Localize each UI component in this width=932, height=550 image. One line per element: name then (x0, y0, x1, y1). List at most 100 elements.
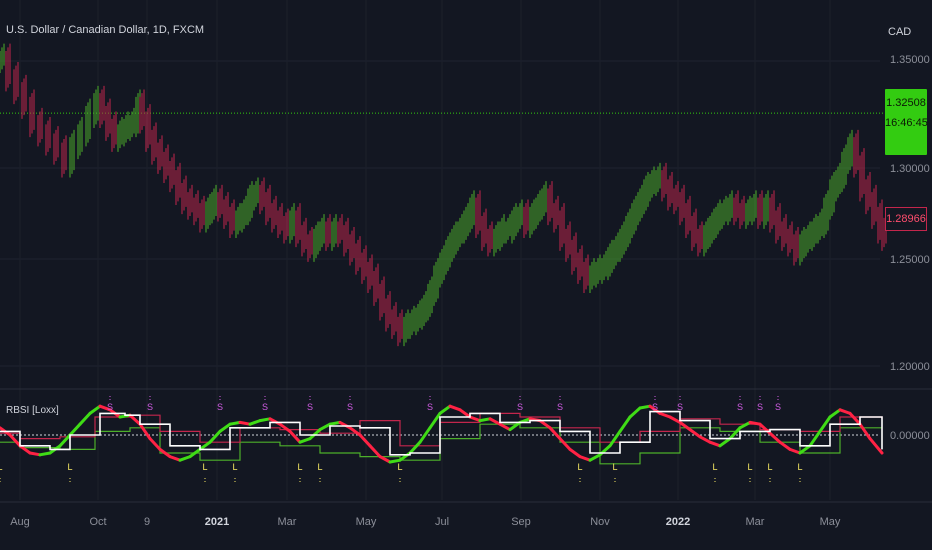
short-signal: S (427, 402, 433, 412)
price-tick: 1.30000 (890, 163, 930, 175)
short-signal: S (262, 402, 268, 412)
time-tick: 2021 (204, 516, 230, 528)
oscillator-segment (78, 411, 92, 426)
time-tick: Oct (89, 516, 107, 528)
short-signal: S (107, 402, 113, 412)
oscillator-segment (728, 426, 742, 441)
oscillator-segment (618, 415, 632, 433)
oscillator-segment (238, 420, 252, 426)
lower-band-line (0, 423, 882, 465)
time-tick: Mar (745, 516, 765, 528)
oscillator-segment (738, 420, 752, 430)
oscillator-segment (638, 404, 652, 410)
oscillator-segment (588, 453, 602, 462)
oscillator-segment (68, 422, 82, 437)
short-signal: S (652, 402, 658, 412)
oscillator-segment (128, 413, 142, 426)
indicator-tick: 0.00000 (890, 430, 930, 442)
price-tick: 1.25000 (890, 254, 930, 266)
oscillator-segment (308, 428, 322, 441)
oscillator-segment (868, 437, 884, 455)
short-signal: S (307, 402, 313, 412)
oscillator-segment (478, 417, 492, 423)
short-signal: S (217, 402, 223, 412)
short-signal: S (147, 402, 153, 412)
oscillator-segment (138, 422, 152, 441)
long-signal: L (797, 462, 802, 472)
oscillator-segment (578, 455, 592, 462)
oscillator-segment (198, 440, 212, 451)
time-tick: 9 (143, 516, 151, 528)
oscillator-segment (408, 440, 422, 455)
oscillator-segment (268, 417, 282, 426)
oscillator-segment (808, 429, 822, 448)
long-signal: L (612, 462, 617, 472)
oscillator-segment (148, 437, 162, 451)
short-signal: S (557, 402, 563, 412)
oscillator-segment (208, 429, 222, 444)
oscillator-segment (358, 433, 372, 448)
currency-label: CAD (888, 26, 912, 38)
current-price-tag: 1.32508 16:46:45 (885, 89, 928, 155)
oscillator-segment (748, 420, 762, 426)
price-tick: 1.35000 (890, 54, 930, 66)
oscillator-segment (328, 420, 342, 426)
oscillator-segment (368, 444, 382, 459)
oscillator-segment (298, 437, 312, 444)
oscillator-segment (708, 440, 722, 448)
long-signal: L (297, 462, 302, 472)
oscillator-segment (858, 422, 872, 441)
oscillator-segment (608, 429, 622, 448)
oscillator-segment (288, 429, 302, 444)
short-signal: S (757, 402, 763, 412)
oscillator-segment (448, 404, 462, 412)
time-tick: Jul (434, 516, 450, 528)
oscillator-segment (828, 408, 842, 419)
oscillator-segment (38, 451, 52, 457)
short-signal: S (775, 402, 781, 412)
time-tick: Sep (511, 516, 531, 528)
long-signal: L (0, 462, 3, 472)
oscillator-segment (798, 444, 812, 455)
long-signal: L (397, 462, 402, 472)
oscillator-segment (28, 451, 42, 457)
short-signal: S (517, 402, 523, 412)
time-tick: May (819, 516, 841, 528)
oscillator-segment (718, 437, 732, 448)
oscillator-segment (258, 417, 272, 423)
long-signal: L (577, 462, 582, 472)
time-tick: Nov (590, 516, 610, 528)
oscillator-segment (548, 426, 562, 441)
oscillator-segment (338, 420, 352, 430)
oscillator-segment (848, 411, 862, 426)
oscillator-segment (688, 428, 702, 439)
oscillator-segment (568, 447, 582, 459)
oscillator-segment (218, 422, 232, 433)
short-signal: S (677, 402, 683, 412)
oscillator-segment (428, 411, 442, 430)
time-tick: 2022 (665, 516, 691, 528)
indicator-title[interactable]: RBSI [Loxx] (6, 405, 59, 416)
long-signal: L (202, 462, 207, 472)
oscillator-segment (698, 435, 712, 444)
long-signal: L (67, 462, 72, 472)
oscillator-segment (678, 420, 692, 432)
time-tick: May (355, 516, 377, 528)
oscillator-segment (178, 455, 192, 462)
short-signal: S (737, 402, 743, 412)
symbol-title[interactable]: U.S. Dollar / Canadian Dollar, 1D, FXCM (6, 24, 204, 36)
oscillator-segment (768, 431, 782, 444)
oscillator-segment (248, 419, 262, 426)
oscillator-segment (468, 415, 482, 423)
long-signal: L (712, 462, 717, 472)
time-tick: Mar (277, 516, 297, 528)
oscillator-segment (788, 447, 802, 455)
oscillator-segment (228, 420, 242, 426)
chart-canvas[interactable]: L L L L L L L L L L L L L S S S S S S S S S S S S S S (0, 0, 932, 550)
oscillator-segment (538, 419, 552, 430)
long-signal: L (767, 462, 772, 472)
oscillator-segment (488, 417, 502, 426)
oscillator-segment (278, 422, 292, 433)
oscillator-segment (18, 444, 32, 455)
oscillator-segment (378, 455, 392, 464)
